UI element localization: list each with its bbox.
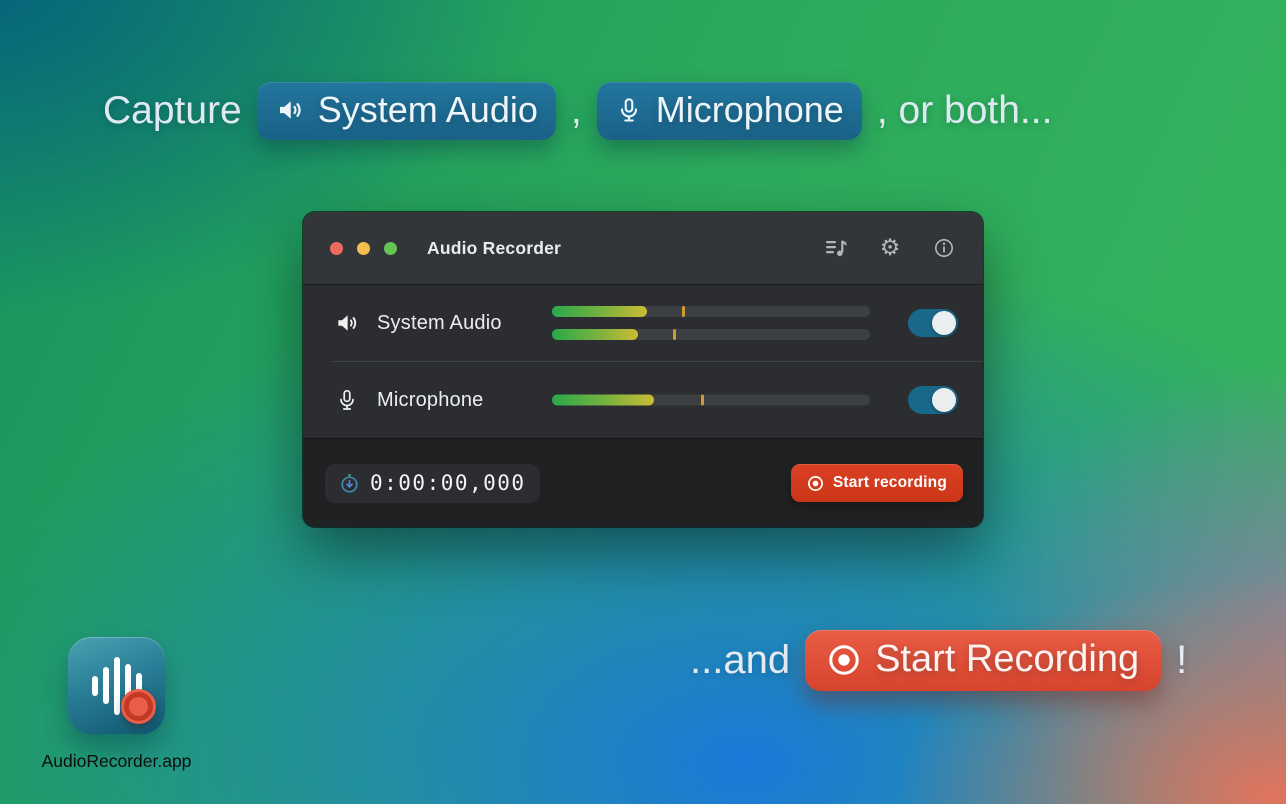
headline-or-both-text: , or both... [876,89,1053,132]
minimize-button[interactable] [357,241,370,255]
toolbar-icons: ⚙ [824,236,956,260]
toggle-knob [932,311,956,335]
record-dot-icon [121,689,156,724]
row-label: System Audio [377,311,502,334]
meter-peak [701,394,705,406]
microphone-icon [615,95,643,125]
start-recording-label: Start recording [832,474,947,491]
bottom-bar: 0:00:00,000 Start recording [303,438,983,527]
start-recording-badge: Start Recording [805,630,1162,691]
app-icon[interactable] [68,637,165,734]
desktop-icon-group: AudioRecorder.app [42,637,191,771]
system-audio-badge: System Audio [256,82,556,140]
system-audio-meters [552,306,870,340]
headline: Capture System Audio , Microphone , or b… [103,82,1052,140]
headline-capture-text: Capture [103,89,242,132]
titlebar: Audio Recorder ⚙ [303,212,983,285]
timer-pill: 0:00:00,000 [325,463,540,503]
traffic-lights [330,241,397,255]
microphone-badge: Microphone [596,82,862,140]
speaker-icon [275,95,305,125]
microphone-meters [552,394,870,406]
start-recording-button[interactable]: Start recording [790,464,963,502]
toggle-knob [932,388,956,412]
footer-exclamation-text: ! [1176,638,1188,682]
footer-line: ...and Start Recording ! [690,630,1187,691]
meter-peak [672,329,676,340]
audio-recorder-window: Audio Recorder ⚙ System Audio Microphone… [303,212,983,527]
info-icon [932,236,956,260]
gear-icon: ⚙ [879,234,901,261]
close-button[interactable] [330,241,343,255]
system-audio-toggle[interactable] [908,309,958,337]
level-meter [552,306,870,317]
meter-fill [552,394,654,406]
record-icon [807,475,824,492]
zoom-button[interactable] [384,241,397,255]
headline-comma-text: , [570,89,582,132]
info-button[interactable] [932,236,956,260]
meter-fill [552,306,648,317]
level-meter [552,394,870,406]
row-label: Microphone [377,388,484,411]
microphone-toggle[interactable] [908,386,958,414]
waveform-icon [68,637,165,734]
app-icon-label: AudioRecorder.app [41,751,192,771]
level-meter [552,329,870,340]
system-audio-badge-label: System Audio [317,89,538,130]
microphone-icon [333,387,360,413]
record-icon [827,643,861,677]
stopwatch-icon [339,473,360,494]
meter-fill [552,329,638,340]
settings-button[interactable]: ⚙ [878,236,902,260]
window-title: Audio Recorder [427,237,562,258]
start-recording-badge-label: Start Recording [875,638,1140,680]
recordings-list-button[interactable] [824,236,848,260]
music-list-icon [824,238,848,258]
row-system-audio: System Audio [303,285,983,361]
meter-peak [682,306,686,317]
row-microphone: Microphone [303,362,983,438]
promo-page: Capture System Audio , Microphone , or b… [0,0,1286,804]
speaker-icon [333,310,360,336]
timer-value: 0:00:00,000 [370,471,526,495]
footer-and-text: ...and [690,638,791,682]
microphone-badge-label: Microphone [655,89,844,130]
